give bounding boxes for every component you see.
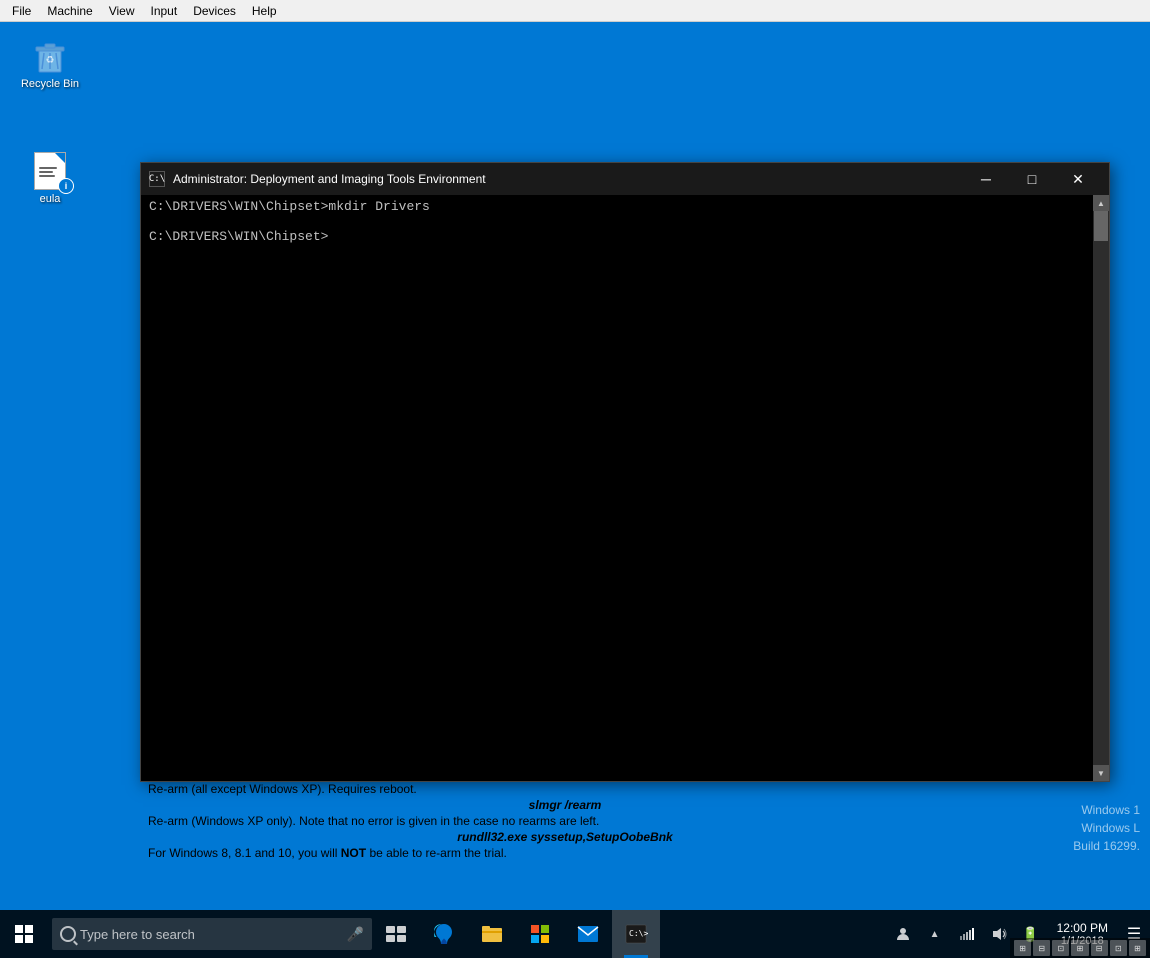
taskbar: Type here to search 🎤: [0, 910, 1150, 958]
watermark-line3: Build 16299.: [1073, 837, 1140, 855]
recycle-bin-svg: ♻: [31, 37, 69, 75]
info-line-2: slmgr /rearm: [148, 798, 982, 812]
cmd-controls: ─ □ ✕: [963, 163, 1101, 195]
bottom-icon-2[interactable]: ⊟: [1033, 940, 1050, 956]
tray-network-icon[interactable]: [951, 910, 983, 958]
recycle-bin-icon[interactable]: ♻ Recycle Bin: [10, 32, 90, 94]
taskbar-store[interactable]: [516, 910, 564, 958]
maximize-button[interactable]: □: [1009, 163, 1055, 195]
info-line-5-post: be able to re-arm the trial.: [366, 846, 507, 860]
svg-text:C:\>_: C:\>_: [629, 929, 648, 938]
search-icon: [60, 926, 76, 942]
store-icon: [528, 922, 552, 946]
info-line-5-pre: For Windows 8, 8.1 and 10, you will: [148, 846, 341, 860]
watermark-line2: Windows L: [1073, 819, 1140, 837]
info-line-3: Re-arm (Windows XP only). Note that no e…: [148, 814, 982, 828]
menu-help[interactable]: Help: [244, 2, 285, 20]
info-line-1: Re-arm (all except Windows XP). Requires…: [148, 782, 982, 796]
info-line-4-italic: rundll32.exe syssetup,SetupOobeBnk: [457, 830, 672, 844]
scroll-down-button[interactable]: ▼: [1093, 765, 1109, 781]
cmd-window: C:\ Administrator: Deployment and Imagin…: [140, 162, 1110, 782]
watermark-line1: Windows 1: [1073, 801, 1140, 819]
menu-bar: File Machine View Input Devices Help: [0, 0, 1150, 22]
bottom-icon-7[interactable]: ⊞: [1129, 940, 1146, 956]
taskbar-explorer[interactable]: [468, 910, 516, 958]
cmd-icon: C:\>_: [624, 922, 648, 946]
info-line-4: rundll32.exe syssetup,SetupOobeBnk: [148, 830, 982, 844]
task-view-button[interactable]: [372, 910, 420, 958]
info-line-2-italic: slmgr /rearm: [529, 798, 602, 812]
eula-label: eula: [40, 193, 61, 205]
bottom-icon-4[interactable]: ⊞: [1071, 940, 1088, 956]
windows-watermark: Windows 1 Windows L Build 16299.: [1073, 801, 1140, 855]
scroll-track[interactable]: [1093, 211, 1109, 765]
bottom-icon-strip: ⊞ ⊟ ⊡ ⊞ ⊟ ⊡ ⊞: [1010, 938, 1150, 958]
scroll-thumb[interactable]: [1094, 211, 1108, 241]
start-button[interactable]: [0, 910, 48, 958]
bottom-icon-3[interactable]: ⊡: [1052, 940, 1069, 956]
microphone-icon[interactable]: 🎤: [347, 926, 364, 943]
mail-icon: [576, 922, 600, 946]
bottom-icon-1[interactable]: ⊞: [1014, 940, 1031, 956]
taskbar-mail[interactable]: [564, 910, 612, 958]
menu-devices[interactable]: Devices: [185, 2, 244, 20]
close-button[interactable]: ✕: [1055, 163, 1101, 195]
info-line-5-bold: NOT: [341, 846, 366, 860]
network-icon: [959, 926, 975, 942]
menu-input[interactable]: Input: [143, 2, 186, 20]
menu-machine[interactable]: Machine: [39, 2, 100, 20]
windows-logo-icon: [15, 925, 33, 943]
explorer-icon: [480, 922, 504, 946]
info-panel: Re-arm (all except Windows XP). Requires…: [140, 782, 990, 862]
cmd-scrollbar[interactable]: ▲ ▼: [1093, 195, 1109, 781]
desktop: ♻ Recycle Bin i eula C:\ Adminis: [0, 22, 1150, 910]
edge-icon: [432, 922, 456, 946]
tray-expand-icon[interactable]: ▲: [919, 910, 951, 958]
taskbar-edge[interactable]: [420, 910, 468, 958]
search-bar[interactable]: Type here to search 🎤: [52, 918, 372, 950]
menu-view[interactable]: View: [101, 2, 143, 20]
cmd-window-icon: C:\: [149, 171, 165, 187]
scroll-up-button[interactable]: ▲: [1093, 195, 1109, 211]
cmd-titlebar[interactable]: C:\ Administrator: Deployment and Imagin…: [141, 163, 1109, 195]
volume-icon: [991, 926, 1007, 942]
cmd-body: C:\DRIVERS\WIN\Chipset>mkdir Drivers C:\…: [141, 195, 1109, 781]
svg-text:♻: ♻: [46, 55, 55, 66]
people-icon: [895, 926, 911, 942]
cmd-window-title: Administrator: Deployment and Imaging To…: [173, 172, 963, 186]
cmd-content[interactable]: C:\DRIVERS\WIN\Chipset>mkdir Drivers C:\…: [141, 195, 1093, 781]
taskbar-cmd[interactable]: C:\>_: [612, 910, 660, 958]
task-view-icon: [386, 926, 406, 942]
minimize-button[interactable]: ─: [963, 163, 1009, 195]
search-placeholder: Type here to search: [80, 927, 195, 942]
recycle-bin-label: Recycle Bin: [21, 78, 79, 90]
info-line-5: For Windows 8, 8.1 and 10, you will NOT …: [148, 846, 982, 860]
tray-people-icon[interactable]: [887, 910, 919, 958]
bottom-icon-6[interactable]: ⊡: [1110, 940, 1127, 956]
bottom-icon-5[interactable]: ⊟: [1091, 940, 1108, 956]
menu-file[interactable]: File: [4, 2, 39, 20]
eula-icon[interactable]: i eula: [10, 147, 90, 209]
clock-time: 12:00 PM: [1057, 921, 1108, 935]
